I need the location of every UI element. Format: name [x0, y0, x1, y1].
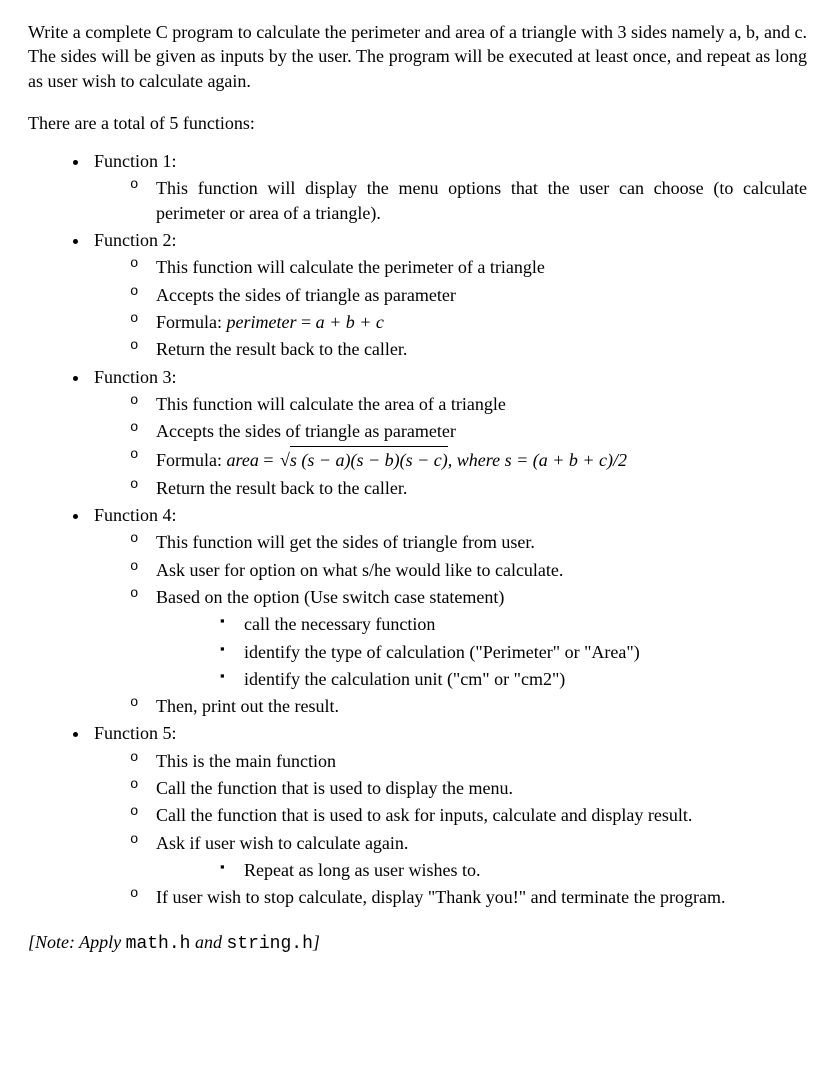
note-code: math.h	[126, 934, 191, 954]
function-2-item: Return the result back to the caller.	[130, 337, 807, 361]
function-2-items: This function will calculate the perimet…	[94, 255, 807, 361]
function-5-item-text: Ask if user wish to calculate again.	[156, 833, 408, 853]
function-5-item: Call the function that is used to displa…	[130, 776, 807, 800]
function-4-subitem: call the necessary function	[220, 612, 807, 636]
note: [Note: Apply math.h and string.h]	[28, 930, 807, 956]
formula-lhs: perimeter	[227, 312, 297, 332]
formula-prefix: Formula:	[156, 450, 227, 470]
function-5-item: This is the main function	[130, 749, 807, 773]
sqrt-inner: s (s − a)(s − b)(s − c)	[290, 446, 448, 472]
functions-subhead: There are a total of 5 functions:	[28, 111, 807, 135]
function-1-items: This function will display the menu opti…	[94, 176, 807, 225]
function-2-title: Function 2:	[94, 230, 177, 250]
function-5-items: This is the main function Call the funct…	[94, 749, 807, 910]
formula-lhs: area	[227, 450, 259, 470]
function-5-subitem: Repeat as long as user wishes to.	[220, 858, 807, 882]
formula-eq: =	[296, 312, 315, 332]
function-4-item-text: Based on the option (Use switch case sta…	[156, 587, 504, 607]
function-4-item: Then, print out the result.	[130, 694, 807, 718]
intro-paragraph: Write a complete C program to calculate …	[28, 20, 807, 93]
function-4-item: Based on the option (Use switch case sta…	[130, 585, 807, 691]
function-1-title: Function 1:	[94, 151, 177, 171]
formula-where: , where s = (a + b + c)/2	[448, 450, 627, 470]
function-2: Function 2: This function will calculate…	[90, 228, 807, 361]
function-2-item: Accepts the sides of triangle as paramet…	[130, 283, 807, 307]
note-suffix: ]	[313, 932, 320, 952]
function-5-item: If user wish to stop calculate, display …	[130, 885, 807, 909]
note-mid: and	[190, 932, 226, 952]
function-3-item: Accepts the sides of triangle as paramet…	[130, 419, 807, 443]
function-4-subitem: identify the calculation unit ("cm" or "…	[220, 667, 807, 691]
function-5-subitems: Repeat as long as user wishes to.	[156, 858, 807, 882]
function-5: Function 5: This is the main function Ca…	[90, 721, 807, 909]
function-4-item: This function will get the sides of tria…	[130, 530, 807, 554]
function-2-item: This function will calculate the perimet…	[130, 255, 807, 279]
function-4: Function 4: This function will get the s…	[90, 503, 807, 718]
function-4-subitems: call the necessary function identify the…	[156, 612, 807, 691]
function-3-item: This function will calculate the area of…	[130, 392, 807, 416]
sqrt-icon: s (s − a)(s − b)(s − c)	[278, 446, 448, 472]
function-4-item: Ask user for option on what s/he would l…	[130, 558, 807, 582]
function-3-items: This function will calculate the area of…	[94, 392, 807, 500]
function-4-subitem: identify the type of calculation ("Perim…	[220, 640, 807, 664]
formula-eq: =	[259, 450, 278, 470]
formula-prefix: Formula:	[156, 312, 227, 332]
function-3-formula: Formula: area = s (s − a)(s − b)(s − c),…	[130, 446, 807, 472]
note-prefix: [Note: Apply	[28, 932, 126, 952]
function-1: Function 1: This function will display t…	[90, 149, 807, 225]
functions-list: Function 1: This function will display t…	[28, 149, 807, 909]
note-code: string.h	[226, 934, 312, 954]
function-5-item: Call the function that is used to ask fo…	[130, 803, 807, 827]
function-5-item: Ask if user wish to calculate again. Rep…	[130, 831, 807, 883]
function-3-item: Return the result back to the caller.	[130, 476, 807, 500]
function-5-title: Function 5:	[94, 723, 177, 743]
function-4-items: This function will get the sides of tria…	[94, 530, 807, 718]
formula-rhs: a + b + c	[316, 312, 384, 332]
function-2-formula: Formula: perimeter = a + b + c	[130, 310, 807, 334]
function-3-title: Function 3:	[94, 367, 177, 387]
function-4-title: Function 4:	[94, 505, 177, 525]
function-1-item: This function will display the menu opti…	[130, 176, 807, 225]
function-3: Function 3: This function will calculate…	[90, 365, 807, 500]
